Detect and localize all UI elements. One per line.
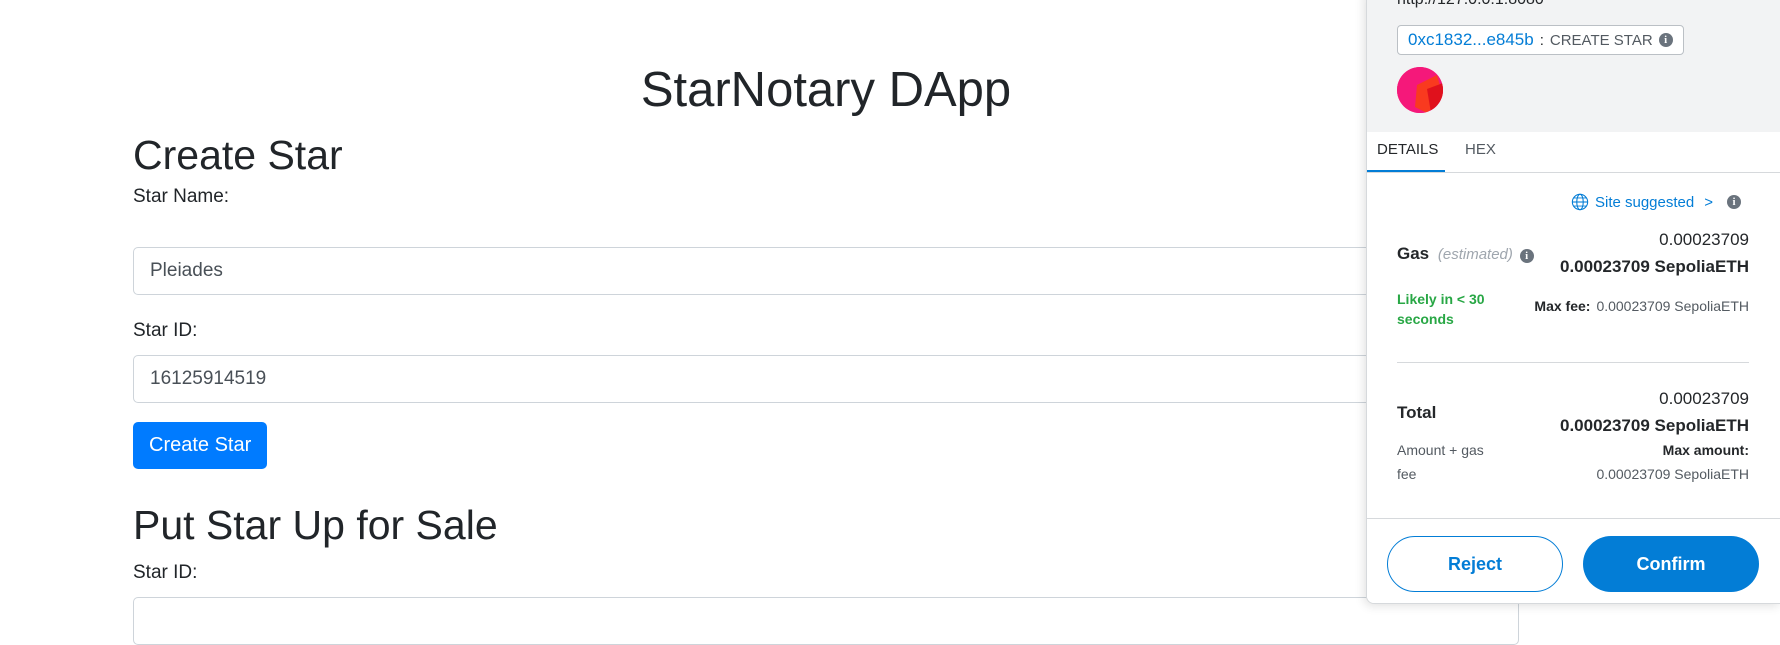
- tab-details[interactable]: DETAILS: [1367, 132, 1445, 172]
- gas-eth-value: 0.00023709 SepoliaETH: [1559, 257, 1749, 276]
- globe-icon: [1571, 193, 1589, 211]
- popup-header: http://127.0.0.1:8080 0xc1832...e845b : …: [1367, 0, 1780, 132]
- create-star-button[interactable]: Create Star: [133, 422, 268, 469]
- max-fee-value: 0.00023709 SepoliaETH: [1596, 298, 1749, 314]
- amount-gas-fee-label: Amount + gas fee: [1397, 442, 1484, 482]
- max-amount-label: Max amount:: [1662, 442, 1749, 458]
- star-id-label: Star ID:: [133, 320, 198, 341]
- account-avatar-icon: [1397, 67, 1443, 113]
- info-icon[interactable]: i: [1519, 249, 1534, 263]
- details-panel: Site suggested > i Gas (estimated) i 0.0…: [1367, 173, 1780, 518]
- max-amount: Max amount: 0.00023709 SepoliaETH: [1596, 438, 1749, 486]
- max-fee: Max fee: 0.00023709 SepoliaETH: [1534, 298, 1749, 314]
- create-star-heading: Create Star: [133, 132, 343, 178]
- gas-label: Gas: [1397, 244, 1430, 263]
- info-icon[interactable]: i: [1658, 33, 1673, 47]
- sale-star-id-label: Star ID:: [133, 562, 198, 583]
- max-fee-label: Max fee:: [1534, 298, 1591, 314]
- origin-url: http://127.0.0.1:8080: [1397, 0, 1544, 10]
- gas-label-row: Gas (estimated) i: [1397, 244, 1534, 264]
- popup-footer: Reject Confirm: [1367, 518, 1780, 603]
- contract-address-link[interactable]: 0xc1832...e845b: [1408, 30, 1534, 50]
- gas-likely-time: Likely in < 30 seconds: [1397, 291, 1485, 327]
- star-id-input[interactable]: [133, 355, 1519, 403]
- info-icon[interactable]: i: [1727, 195, 1741, 209]
- total-eth-value: 0.00023709 SepoliaETH: [1559, 416, 1749, 435]
- sale-star-id-input[interactable]: [133, 597, 1519, 645]
- star-name-label: Star Name:: [133, 186, 230, 207]
- metamask-confirm-popup: http://127.0.0.1:8080 0xc1832...e845b : …: [1366, 0, 1780, 604]
- total-label: Total: [1397, 403, 1437, 422]
- confirm-button[interactable]: Confirm: [1583, 536, 1759, 592]
- total-fiat-value: 0.00023709: [1659, 389, 1749, 408]
- chevron-right-icon: >: [1704, 193, 1713, 211]
- method-separator: :: [1539, 31, 1544, 49]
- tab-bar: DETAILS HEX: [1367, 132, 1780, 173]
- star-name-input[interactable]: [133, 247, 1519, 295]
- gas-estimated: (estimated): [1437, 246, 1513, 263]
- method-name: CREATE STAR: [1549, 31, 1653, 49]
- gas-fiat-value: 0.00023709: [1659, 230, 1749, 249]
- site-suggested-label: Site suggested: [1594, 193, 1695, 211]
- max-amount-value: 0.00023709 SepoliaETH: [1596, 466, 1749, 482]
- site-suggested-link[interactable]: Site suggested > i: [1571, 193, 1741, 211]
- sale-heading: Put Star Up for Sale: [133, 502, 498, 548]
- tab-hex[interactable]: HEX: [1455, 132, 1506, 172]
- contract-method-pill[interactable]: 0xc1832...e845b : CREATE STAR i: [1397, 25, 1684, 55]
- divider: [1397, 362, 1749, 363]
- reject-button[interactable]: Reject: [1387, 536, 1563, 592]
